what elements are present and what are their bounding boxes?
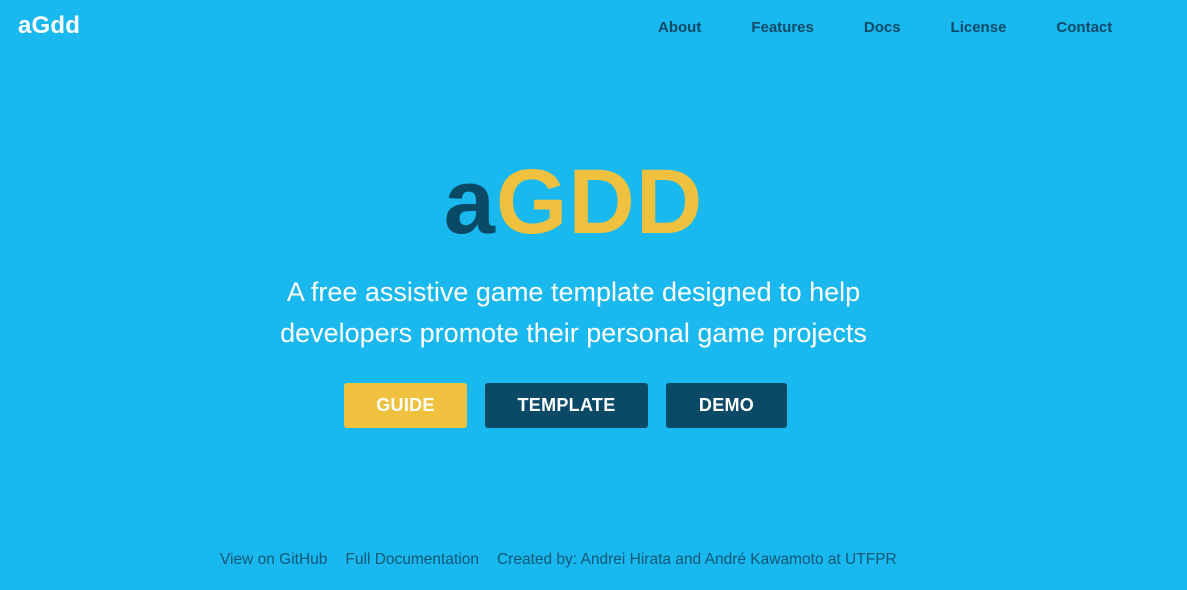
guide-button[interactable]: GUIDE <box>344 383 467 428</box>
nav-link-docs[interactable]: Docs <box>864 19 901 36</box>
footer: View on GitHub Full Documentation Create… <box>220 551 897 569</box>
footer-docs-link[interactable]: Full Documentation <box>345 551 479 569</box>
nav-link-license[interactable]: License <box>951 19 1007 36</box>
hero-tagline: A free assistive game template designed … <box>280 277 867 348</box>
footer-credits: Created by: Andrei Hirata and André Kawa… <box>496 551 897 568</box>
nav-link-contact[interactable]: Contact <box>1056 19 1112 36</box>
demo-button[interactable]: DEMO <box>666 383 787 428</box>
main-nav: About Features Docs License Contact <box>658 19 1112 36</box>
hero-title: aGDD <box>0 152 1147 252</box>
footer-github-link[interactable]: View on GitHub <box>220 551 327 569</box>
hero-title-a: a <box>443 151 496 253</box>
hero-title-gdd: GDD <box>495 151 704 253</box>
nav-link-features[interactable]: Features <box>751 19 814 36</box>
nav-link-about[interactable]: About <box>658 19 701 36</box>
template-button[interactable]: TEMPLATE <box>485 383 648 428</box>
brand-logo-link[interactable]: aGdd <box>18 12 80 40</box>
page: aGdd About Features Docs License Contact… <box>0 0 1187 590</box>
